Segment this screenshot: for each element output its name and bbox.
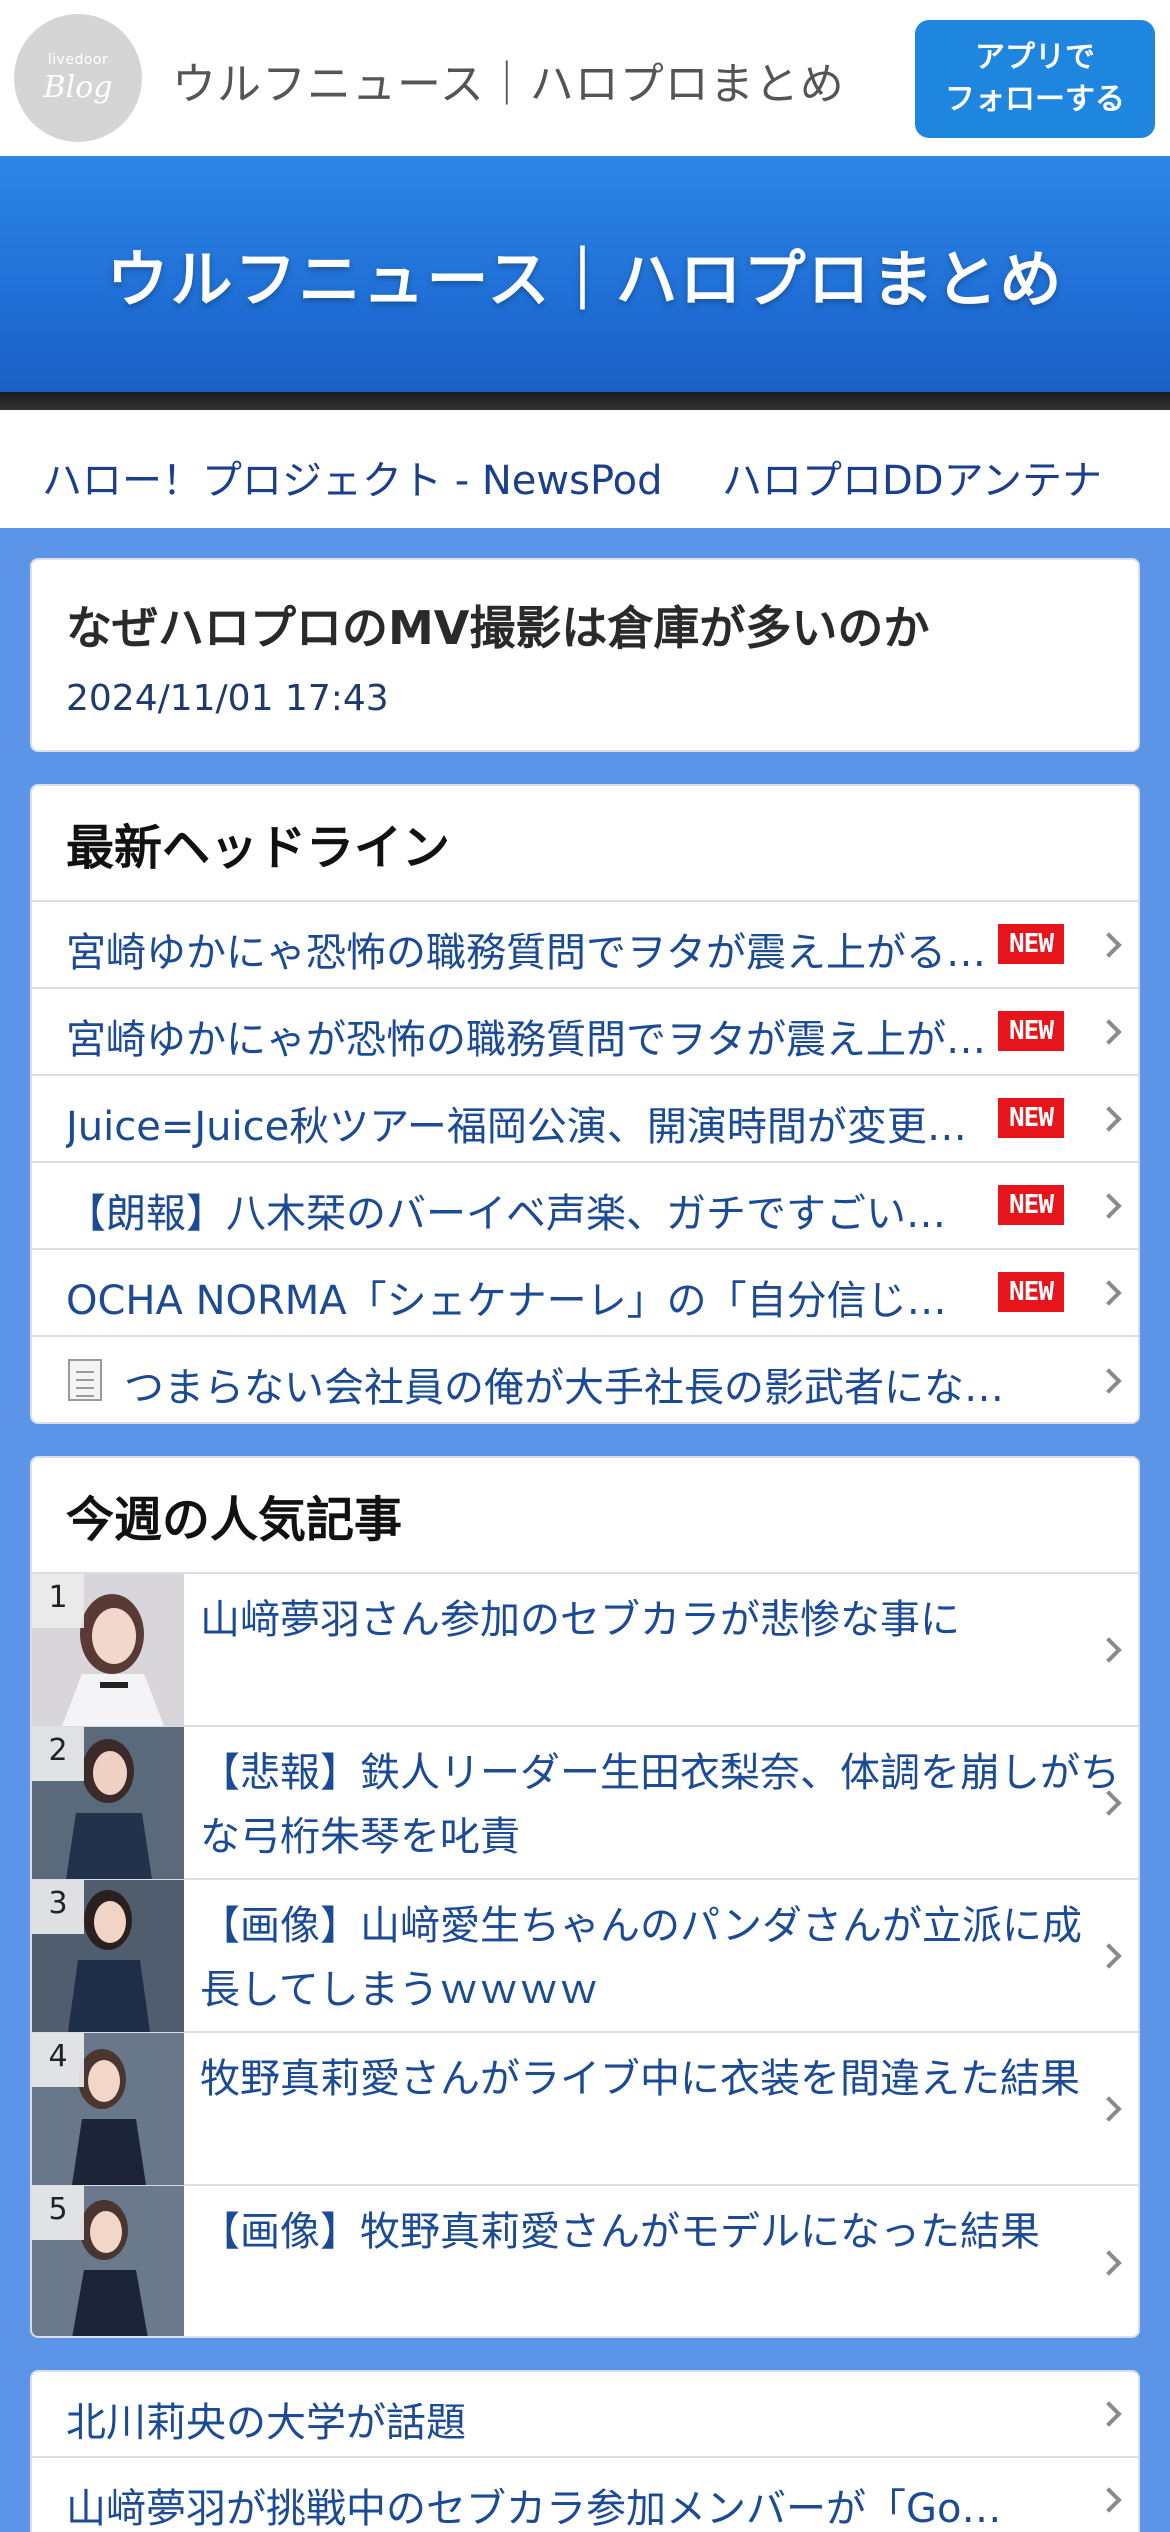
headline-text: 宮崎ゆかにゃ恐怖の職務質問でヲタが震え上がる… (66, 930, 986, 976)
site-title[interactable]: ウルフニュース｜ハロプロまとめ (172, 48, 845, 112)
article-title: なぜハロプロのMV撮影は倉庫が多いのか (66, 601, 930, 655)
rank-number: 5 (32, 2186, 84, 2240)
article-thumbnail: 5 (32, 2186, 184, 2336)
headline-item[interactable]: つまらない会社員の俺が大手社長の影武者にな… (32, 1337, 1138, 1422)
new-badge: NEW (998, 924, 1064, 964)
rank-number: 1 (32, 1574, 84, 1628)
follow-button-line1: アプリで (975, 40, 1095, 75)
rank-number: 2 (32, 1727, 84, 1781)
headline-item[interactable]: 【朗報】八木栞のバーイベ声楽、ガチですごい… NEW (32, 1163, 1138, 1250)
popular-title: 牧野真莉愛さんがライブ中に衣装を間違えた結果 (200, 2056, 1080, 2102)
nav-links: ハロー！プロジェクト - NewsPod ハロプロDDアンテナ (0, 410, 1170, 528)
banner-divider (0, 392, 1170, 410)
headline-text: OCHA NORMA「シェケナーレ」の「自分信じ… (66, 1278, 947, 1324)
popular-item[interactable]: 2 【悲報】鉄人リーダー生田衣梨奈、体調を崩しがちな弓桁朱琴を叱責 (32, 1727, 1138, 1880)
related-link-item[interactable]: 山﨑夢羽が挑戦中のセブカラ参加メンバーが「Go… (32, 2458, 1138, 2532)
document-icon (68, 1359, 102, 1401)
chevron-right-icon (1096, 1367, 1122, 1394)
latest-headlines-heading: 最新ヘッドライン (32, 786, 1138, 902)
chevron-right-icon (1096, 1105, 1122, 1132)
follow-app-button[interactable]: アプリで フォローする (915, 20, 1155, 138)
rank-number: 4 (32, 2033, 84, 2087)
article-thumbnail: 1 (32, 1574, 184, 1726)
headline-item[interactable]: 宮崎ゆかにゃが恐怖の職務質問でヲタが震え上がる… NEW (32, 989, 1138, 1076)
new-badge: NEW (998, 1185, 1064, 1225)
popular-title: 【画像】山﨑愛生ちゃんのパンダさんが立派に成長してしまうｗｗｗｗ (200, 1903, 1082, 2013)
headline-item[interactable]: Juice=Juice秋ツアー福岡公演、開演時間が変更… NEW (32, 1076, 1138, 1163)
chevron-right-icon (1096, 1279, 1122, 1306)
related-link-text: 北川莉央の大学が話題 (66, 2400, 466, 2446)
popular-title: 【画像】牧野真莉愛さんがモデルになった結果 (200, 2209, 1040, 2255)
latest-headlines-card: 最新ヘッドライン 宮崎ゆかにゃ恐怖の職務質問でヲタが震え上がる… NEW 宮崎ゆ… (30, 784, 1140, 1424)
banner-title: ウルフニュース｜ハロプロまとめ (106, 243, 1064, 316)
chevron-right-icon (1096, 1192, 1122, 1219)
logo-small-text: livedoor (47, 51, 109, 68)
related-links-card: 北川莉央の大学が話題 山﨑夢羽が挑戦中のセブカラ参加メンバーが「Go… (30, 2370, 1140, 2532)
headline-item[interactable]: OCHA NORMA「シェケナーレ」の「自分信じ… NEW (32, 1250, 1138, 1337)
blog-banner[interactable]: ウルフニュース｜ハロプロまとめ (0, 156, 1170, 392)
chevron-right-icon (1096, 2401, 1122, 2427)
popular-item[interactable]: 5 【画像】牧野真莉愛さんがモデルになった結果 (32, 2186, 1138, 2336)
related-link-item[interactable]: 北川莉央の大学が話題 (32, 2372, 1138, 2458)
follow-button-line2: フォローする (945, 82, 1125, 117)
new-badge: NEW (998, 1011, 1064, 1051)
article-thumbnail: 4 (32, 2033, 184, 2185)
headline-text: Juice=Juice秋ツアー福岡公演、開演時間が変更… (66, 1104, 967, 1150)
article-thumbnail: 2 (32, 1727, 184, 1879)
nav-link-dd-antenna[interactable]: ハロプロDDアンテナ (722, 448, 1102, 506)
popular-item[interactable]: 4 牧野真莉愛さんがライブ中に衣装を間違えた結果 (32, 2033, 1138, 2186)
chevron-right-icon (1096, 1018, 1122, 1045)
chevron-right-icon (1096, 931, 1122, 958)
weekly-popular-heading: 今週の人気記事 (32, 1458, 1138, 1574)
new-badge: NEW (998, 1098, 1064, 1138)
livedoor-blog-logo[interactable]: livedoor Blog (14, 14, 142, 142)
nav-link-newspod[interactable]: ハロー！プロジェクト - NewsPod (42, 448, 663, 506)
headline-text: 宮崎ゆかにゃが恐怖の職務質問でヲタが震え上がる… (66, 1017, 986, 1063)
popular-item[interactable]: 3 【画像】山﨑愛生ちゃんのパンダさんが立派に成長してしまうｗｗｗｗ (32, 1880, 1138, 2033)
headline-item[interactable]: 宮崎ゆかにゃ恐怖の職務質問でヲタが震え上がる… NEW (32, 902, 1138, 989)
rank-number: 3 (32, 1880, 84, 1934)
logo-big-text: Blog (43, 69, 113, 105)
top-bar: livedoor Blog ウルフニュース｜ハロプロまとめ アプリで フォローす… (0, 0, 1170, 156)
new-badge: NEW (998, 1272, 1064, 1312)
popular-title: 山﨑夢羽さん参加のセブカラが悲惨な事に (200, 1597, 960, 1643)
article-header-card: なぜハロプロのMV撮影は倉庫が多いのか 2024/11/01 17:43 (30, 558, 1140, 752)
headline-text: 【朗報】八木栞のバーイベ声楽、ガチですごい… (66, 1191, 946, 1237)
related-link-text: 山﨑夢羽が挑戦中のセブカラ参加メンバーが「Go… (66, 2486, 1002, 2532)
headline-text: つまらない会社員の俺が大手社長の影武者にな… (124, 1365, 1004, 1411)
chevron-right-icon (1096, 2487, 1122, 2513)
article-date: 2024/11/01 17:43 (66, 678, 389, 719)
weekly-popular-card: 今週の人気記事 1 山﨑夢羽さん参加のセブカラが悲惨な事に 2 【悲報】鉄人リー… (30, 1456, 1140, 2338)
popular-item[interactable]: 1 山﨑夢羽さん参加のセブカラが悲惨な事に (32, 1574, 1138, 1727)
article-thumbnail: 3 (32, 1880, 184, 2032)
popular-title: 【悲報】鉄人リーダー生田衣梨奈、体調を崩しがちな弓桁朱琴を叱責 (200, 1750, 1120, 1860)
